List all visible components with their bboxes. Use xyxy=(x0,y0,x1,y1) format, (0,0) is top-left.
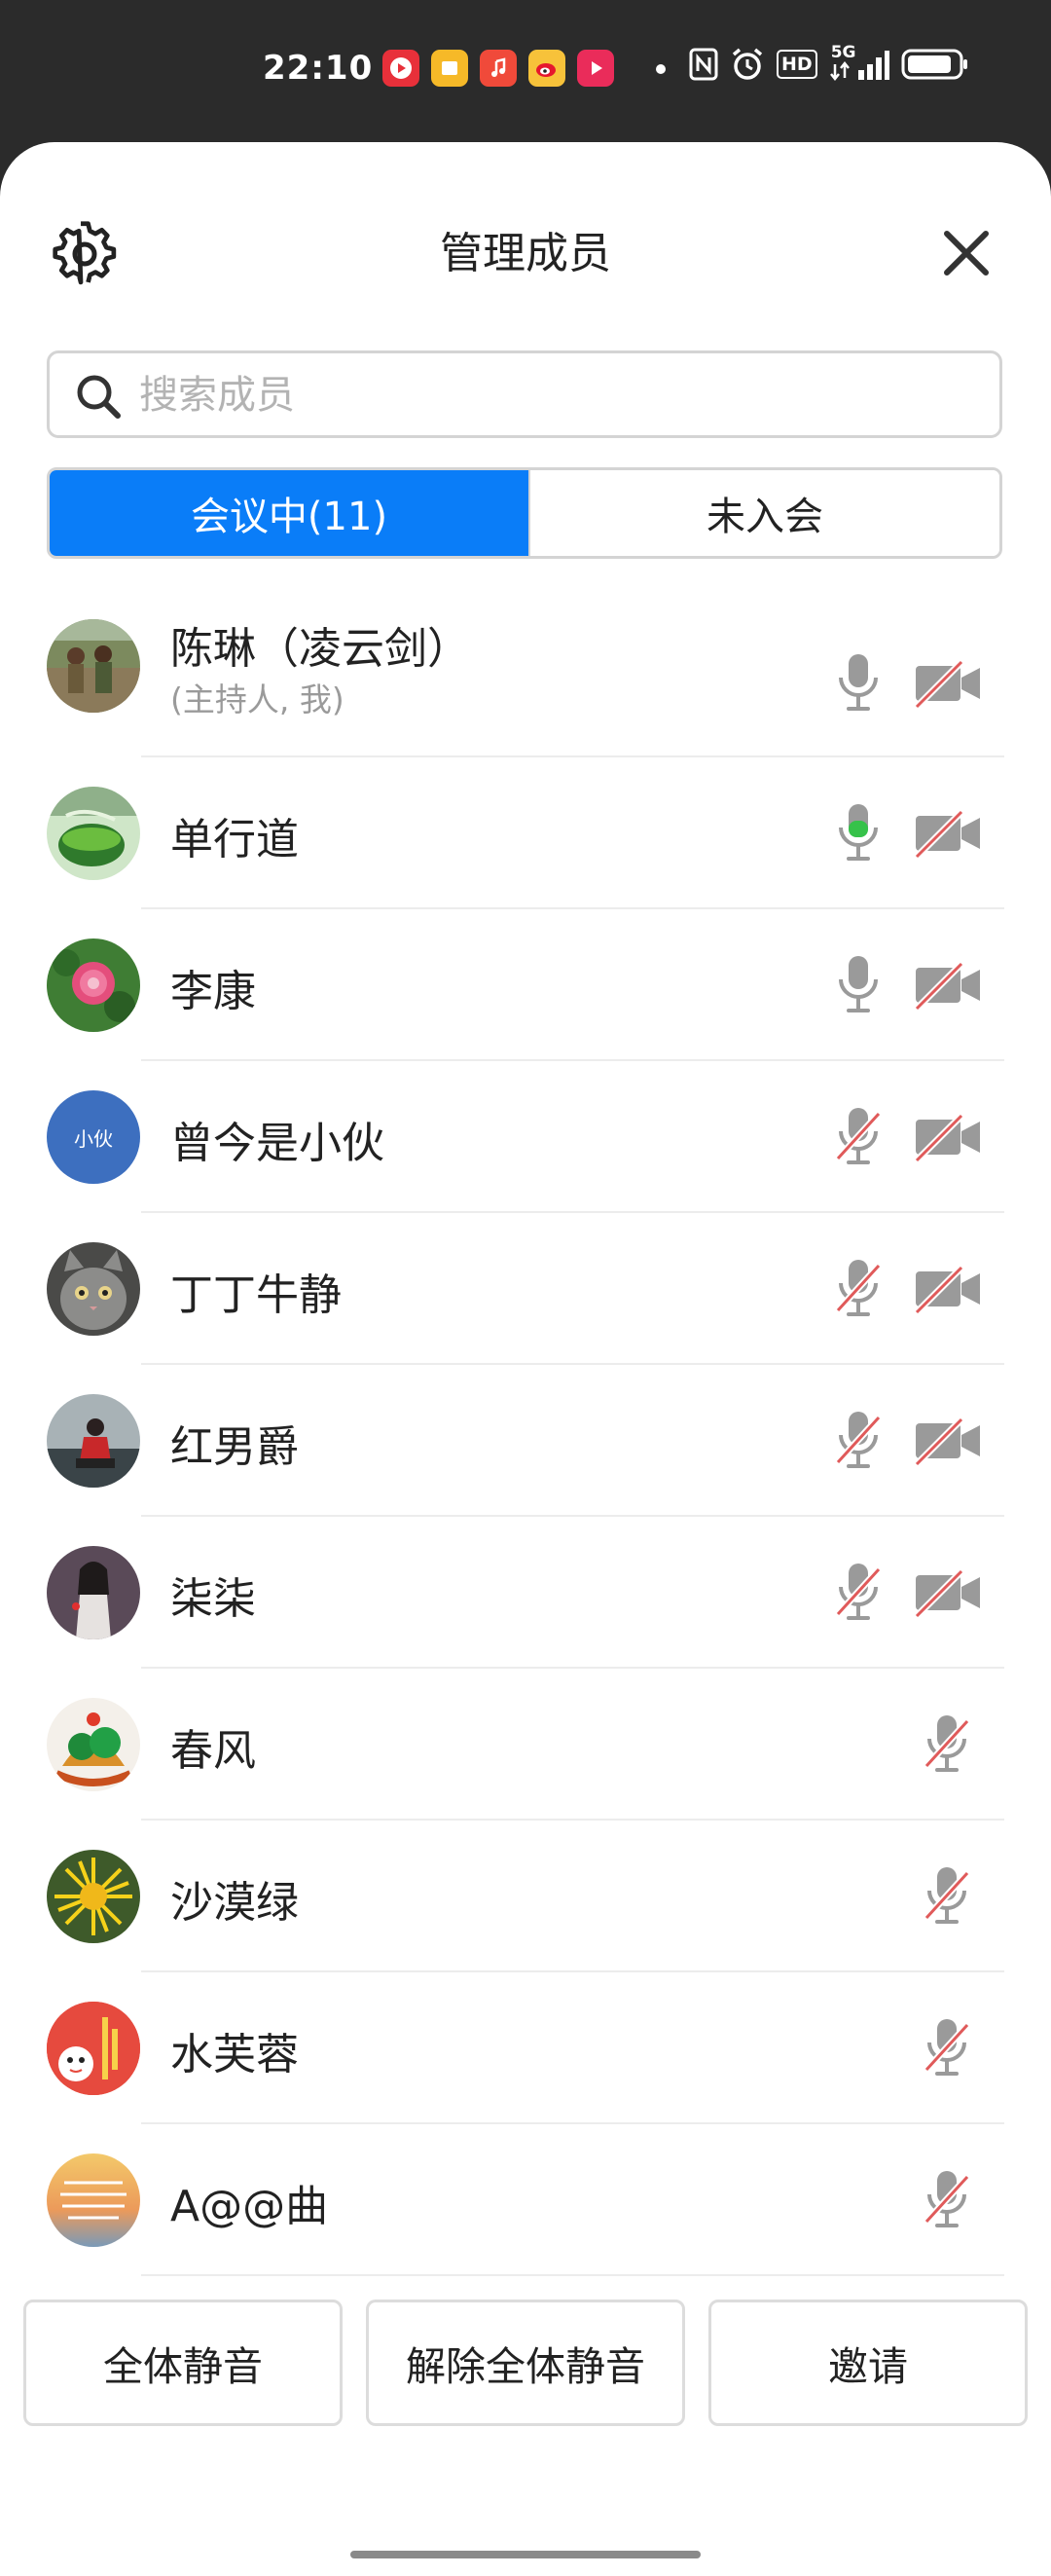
member-name: 沙漠绿 xyxy=(170,1878,299,1928)
member-row[interactable]: 沙漠绿 xyxy=(0,1821,1051,1972)
member-row[interactable]: 红男爵 xyxy=(0,1365,1051,1517)
notification-dot xyxy=(656,64,666,74)
close-icon[interactable] xyxy=(937,224,996,282)
status-bar: 22:10 HD 5G xyxy=(0,0,1051,146)
member-row[interactable]: A@@曲 xyxy=(0,2124,1051,2276)
video-off-icon[interactable] xyxy=(913,958,983,1012)
tab-not-joined[interactable]: 未入会 xyxy=(528,470,999,556)
member-name: A@@曲 xyxy=(170,2182,329,2231)
microphone-icon[interactable] xyxy=(834,650,883,713)
member-name: 丁丁牛静 xyxy=(170,1270,342,1320)
invite-button[interactable]: 邀请 xyxy=(708,2300,1028,2426)
video-off-icon[interactable] xyxy=(913,1565,983,1620)
microphone-muted-icon[interactable] xyxy=(834,1256,883,1318)
avatar xyxy=(47,1698,140,1791)
microphone-muted-icon[interactable] xyxy=(923,1711,971,1774)
mute-all-button[interactable]: 全体静音 xyxy=(23,2300,343,2426)
microphone-muted-icon[interactable] xyxy=(923,1863,971,1926)
member-list: 陈琳（凌云剑） (主持人, 我) 单行道 李康 小伙 曾今是小伙 丁丁牛静 红男… xyxy=(0,592,1051,2276)
member-row[interactable]: 水芙蓉 xyxy=(0,1972,1051,2124)
search-icon xyxy=(75,373,122,420)
avatar xyxy=(47,787,140,880)
microphone-muted-icon[interactable] xyxy=(834,1408,883,1470)
tab-in-meeting[interactable]: 会议中(11) xyxy=(50,470,528,556)
member-name: 水芙蓉 xyxy=(170,2030,299,2079)
video-off-icon[interactable] xyxy=(913,656,983,711)
member-row[interactable]: 丁丁牛静 xyxy=(0,1213,1051,1365)
status-time: 22:10 xyxy=(263,49,374,88)
music-app-icon xyxy=(480,50,517,87)
bottom-action-bar: 全体静音 解除全体静音 邀请 xyxy=(23,2300,1028,2426)
video-off-icon[interactable] xyxy=(913,1110,983,1164)
signal-icon: 5G xyxy=(829,43,889,82)
member-row[interactable]: 柒柒 xyxy=(0,1517,1051,1669)
member-row[interactable]: 春风 xyxy=(0,1669,1051,1821)
notification-app-icons xyxy=(382,50,614,87)
member-search-box[interactable] xyxy=(47,350,1002,438)
member-row[interactable]: 小伙 曾今是小伙 xyxy=(0,1061,1051,1213)
video-off-icon[interactable] xyxy=(913,1262,983,1316)
member-name: 曾今是小伙 xyxy=(170,1119,384,1168)
avatar xyxy=(47,2153,140,2247)
member-role: (主持人, 我) xyxy=(170,681,344,718)
search-input[interactable] xyxy=(137,363,978,427)
row-divider xyxy=(141,2274,1004,2276)
page-title: 管理成员 xyxy=(440,229,611,278)
avatar-initials: 小伙 xyxy=(47,1090,140,1184)
member-name: 红男爵 xyxy=(170,1422,299,1472)
hd-icon: HD xyxy=(777,47,817,82)
home-indicator[interactable] xyxy=(350,2551,701,2558)
battery-icon xyxy=(901,47,969,82)
microphone-muted-icon[interactable] xyxy=(834,1560,883,1622)
player-app-icon xyxy=(577,50,614,87)
avatar xyxy=(47,1546,140,1639)
member-tabs: 会议中(11) 未入会 xyxy=(47,467,1002,559)
microphone-speaking-icon[interactable] xyxy=(834,800,883,863)
member-row[interactable]: 单行道 xyxy=(0,757,1051,909)
member-name: 单行道 xyxy=(170,815,299,865)
microphone-icon[interactable] xyxy=(834,952,883,1014)
avatar xyxy=(47,619,140,713)
status-indicators: HD 5G xyxy=(689,43,969,82)
member-row[interactable]: 李康 xyxy=(0,909,1051,1061)
video-off-icon[interactable] xyxy=(913,1414,983,1468)
video-off-icon[interactable] xyxy=(913,806,983,861)
avatar xyxy=(47,1394,140,1488)
microphone-muted-icon[interactable] xyxy=(834,1104,883,1166)
unmute-all-button[interactable]: 解除全体静音 xyxy=(366,2300,685,2426)
alarm-icon xyxy=(730,47,765,82)
nfc-icon xyxy=(689,47,718,82)
microphone-muted-icon[interactable] xyxy=(923,2015,971,2078)
avatar xyxy=(47,1242,140,1336)
member-name: 春风 xyxy=(170,1726,256,1776)
notes-app-icon xyxy=(431,50,468,87)
member-name: 李康 xyxy=(170,967,256,1016)
microphone-muted-icon[interactable] xyxy=(923,2167,971,2229)
video-app-icon xyxy=(382,50,419,87)
manage-members-sheet: 管理成员 会议中(11) 未入会 陈琳（凌云剑） (主持人, 我) xyxy=(0,142,1051,2576)
member-name: 陈琳（凌云剑） xyxy=(170,624,470,674)
member-name: 柒柒 xyxy=(170,1574,256,1624)
member-row[interactable]: 陈琳（凌云剑） (主持人, 我) xyxy=(0,592,1051,757)
avatar-text: 小伙 xyxy=(74,1126,113,1151)
avatar xyxy=(47,2002,140,2095)
avatar xyxy=(47,1850,140,1943)
weibo-icon xyxy=(528,50,565,87)
avatar xyxy=(47,938,140,1032)
